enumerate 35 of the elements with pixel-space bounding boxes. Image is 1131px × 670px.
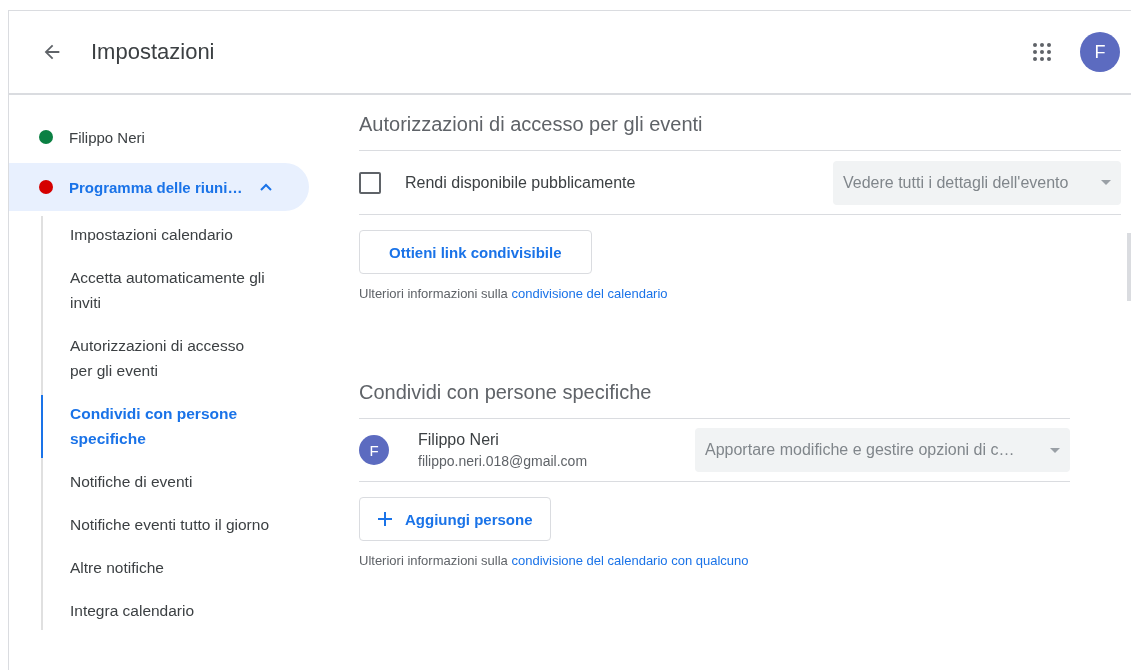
apps-grid-icon[interactable] xyxy=(1032,42,1052,62)
info-link[interactable]: condivisione del calendario xyxy=(511,286,668,301)
info-link[interactable]: condivisione del calendario con qualcuno xyxy=(511,553,749,568)
permission-dropdown[interactable]: Apportare modifiche e gestire opzioni di c… xyxy=(695,428,1070,472)
section-title: Autorizzazioni di accesso per gli eventi xyxy=(359,113,1121,151)
account-avatar[interactable]: F xyxy=(1080,32,1120,72)
info-text: Ulteriori informazioni sulla condivisione del calendario con qualcuno xyxy=(359,553,750,568)
checkbox-label: Rendi disponibile pubblicamente xyxy=(405,173,636,192)
scrollbar[interactable] xyxy=(1127,233,1131,301)
plus-icon xyxy=(377,511,393,527)
settings-nav-item[interactable]: Accetta automaticamente gli inviti xyxy=(41,259,280,322)
settings-nav-item[interactable]: Autorizzazioni di accesso per gli eventi xyxy=(41,327,280,390)
person-name: Filippo Neri xyxy=(418,431,500,449)
settings-nav-item[interactable]: Notifiche di eventi xyxy=(41,463,280,501)
dropdown-caret-icon xyxy=(1050,447,1060,453)
page-title: Impostazioni xyxy=(91,39,215,65)
settings-nav-item[interactable]: Notifiche eventi tutto il giorno xyxy=(41,506,280,544)
calendar-name: Filippo Neri xyxy=(69,128,145,146)
person-avatar: F xyxy=(359,435,389,465)
settings-nav-item[interactable]: Integra calendario xyxy=(41,592,280,630)
settings-nav-item[interactable]: Condividi con persone specifiche xyxy=(41,395,280,458)
calendar-item[interactable]: Filippo Neri xyxy=(9,113,309,161)
permission-dropdown[interactable]: Vedere tutti i dettagli dell'evento xyxy=(833,160,1121,205)
settings-nav-item[interactable]: Impostazioni calendario xyxy=(41,216,280,254)
calendar-name: Programma delle riuni… xyxy=(69,178,243,196)
dropdown-caret-icon xyxy=(1101,180,1111,185)
person-email: filippo.neri.018@gmail.com xyxy=(418,453,588,469)
calendar-item[interactable]: Programma delle riuni… xyxy=(9,163,309,211)
add-people-button[interactable]: Aggiungi persone xyxy=(359,497,551,541)
checkbox[interactable] xyxy=(359,171,381,194)
settings-nav-item[interactable]: Altre notifiche xyxy=(41,549,280,587)
info-text: Ulteriori informazioni sulla condivisione del calendario xyxy=(359,286,669,301)
get-link-button[interactable]: Ottieni link condivisibile xyxy=(359,230,592,274)
chevron-icon[interactable] xyxy=(260,183,273,191)
section-title: Condividi con persone specifiche xyxy=(359,381,1070,419)
